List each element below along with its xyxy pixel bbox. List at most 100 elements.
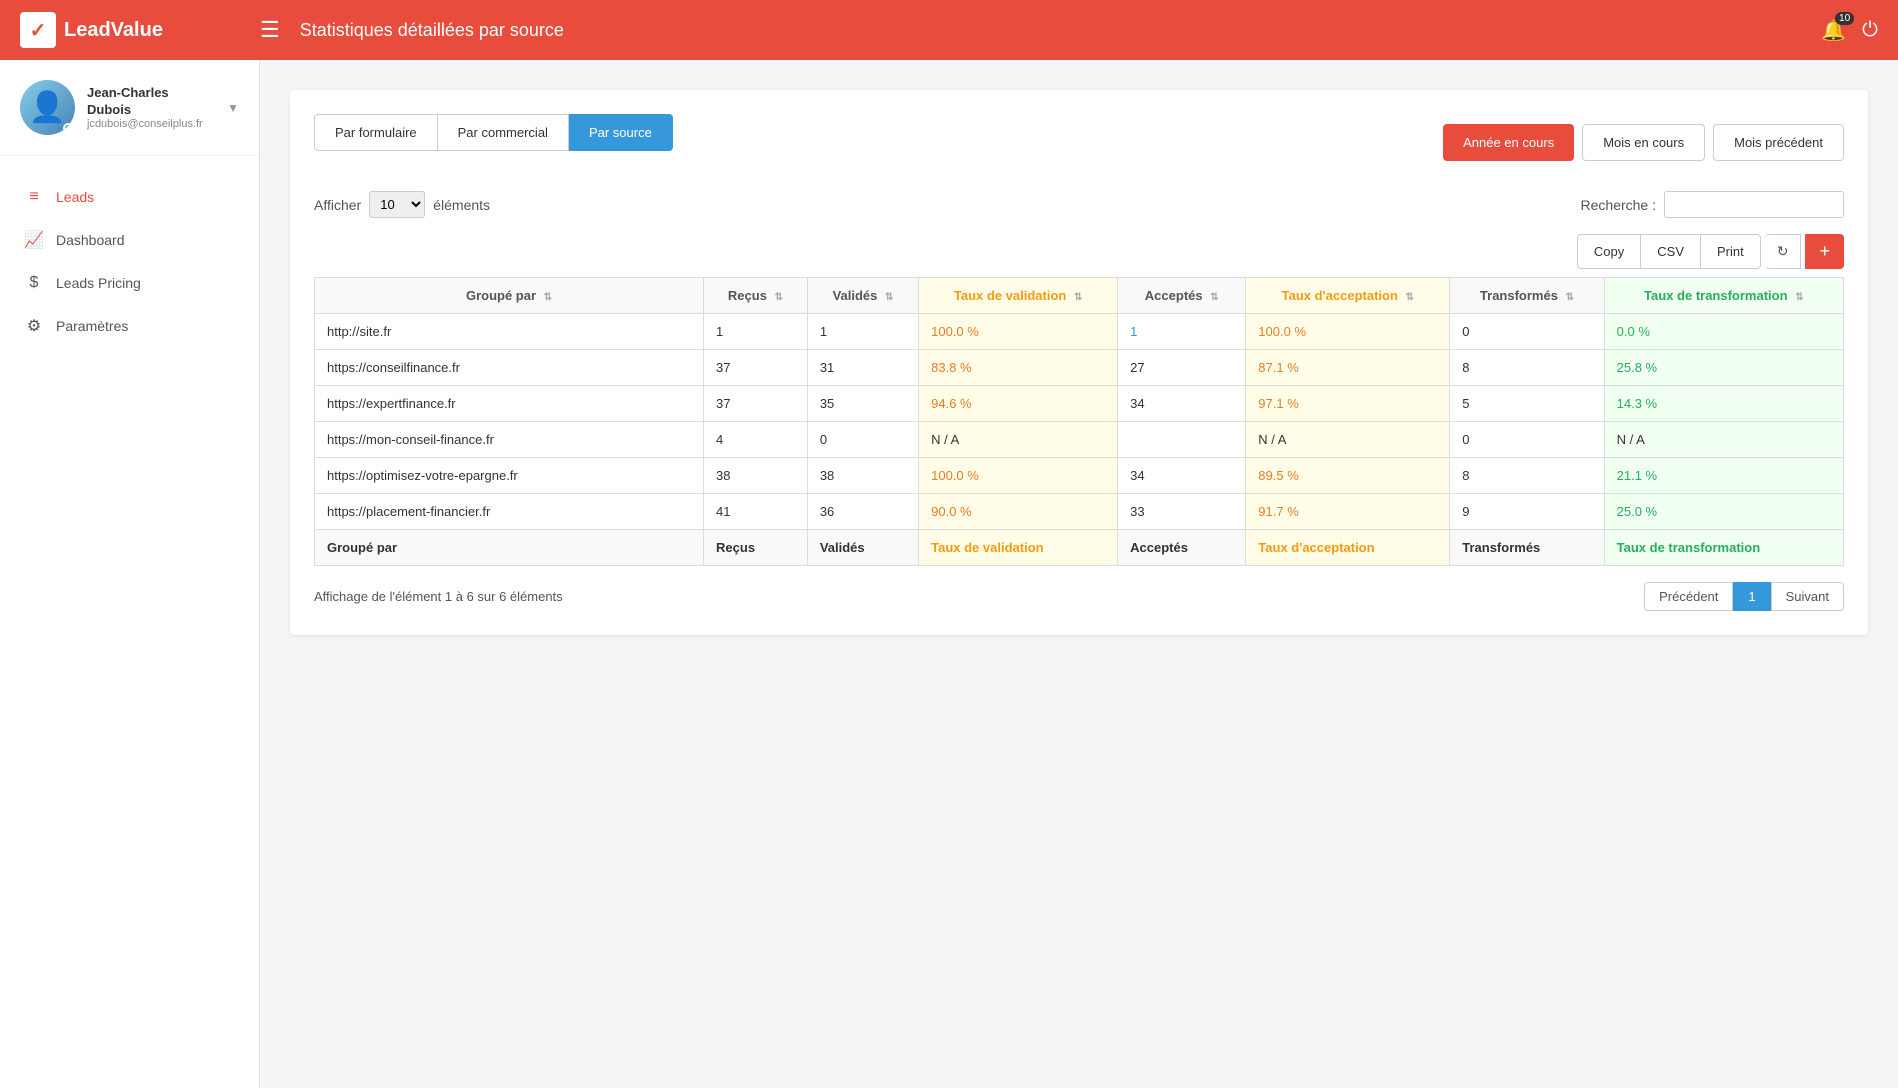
user-dropdown-arrow[interactable]: ▼ [227, 101, 239, 115]
cell-tt-5: 25.0 % [1604, 494, 1843, 530]
sidebar-item-dashboard[interactable]: 📈 Dashboard [0, 218, 259, 262]
table-row: https://placement-financier.fr 41 36 90.… [315, 494, 1844, 530]
sort-icon-2[interactable]: ⇅ [885, 292, 893, 303]
cell-source-0: http://site.fr [315, 314, 704, 350]
footer-transformes: Transformés [1450, 530, 1604, 566]
hamburger-button[interactable]: ☰ [260, 17, 280, 43]
cell-tv-2: 94.6 % [919, 386, 1118, 422]
nav-menu: ≡ Leads 📈 Dashboard $ Leads Pricing ⚙ Pa… [0, 156, 259, 368]
cell-tv-3: N / A [919, 422, 1118, 458]
page-1-button[interactable]: 1 [1733, 582, 1770, 611]
show-select[interactable]: 10 25 50 100 [369, 191, 425, 218]
footer-valides: Validés [807, 530, 918, 566]
th-acceptes: Acceptés ⇅ [1118, 278, 1246, 314]
show-controls: Afficher 10 25 50 100 éléments [314, 191, 490, 218]
sort-icon-0[interactable]: ⇅ [544, 292, 552, 303]
th-taux-acceptation: Taux d'acceptation ⇅ [1246, 278, 1450, 314]
page-title: Statistiques détaillées par source [300, 20, 1822, 41]
cell-ta-4: 89.5 % [1246, 458, 1450, 494]
th-transformes: Transformés ⇅ [1450, 278, 1604, 314]
dashboard-icon: 📈 [24, 230, 44, 250]
user-name: Jean-Charles Dubois [87, 85, 215, 119]
next-page-button[interactable]: Suivant [1771, 582, 1844, 611]
sidebar-item-leads[interactable]: ≡ Leads [0, 176, 259, 218]
cell-tt-2: 14.3 % [1604, 386, 1843, 422]
notifications-button[interactable]: 🔔 10 [1821, 18, 1846, 43]
sidebar: 👤 Jean-Charles Dubois jcdubois@conseilpl… [0, 60, 260, 1088]
table-actions: Copy CSV Print ↻ + [314, 234, 1844, 269]
sort-icon-7[interactable]: ⇅ [1795, 292, 1803, 303]
cell-ta-0: 100.0 % [1246, 314, 1450, 350]
refresh-button[interactable]: ↻ [1765, 234, 1802, 269]
stats-table: Groupé par ⇅ Reçus ⇅ Validés ⇅ Taux de v… [314, 277, 1844, 566]
table-row: https://conseilfinance.fr 37 31 83.8 % 2… [315, 350, 1844, 386]
cell-acceptes-1: 27 [1118, 350, 1246, 386]
sidebar-item-parametres[interactable]: ⚙ Paramètres [0, 304, 259, 348]
cell-acceptes-2: 34 [1118, 386, 1246, 422]
cell-tt-4: 21.1 % [1604, 458, 1843, 494]
cell-recus-2: 37 [704, 386, 808, 422]
cell-valides-3: 0 [807, 422, 918, 458]
current-year-button[interactable]: Année en cours [1443, 124, 1574, 161]
view-filter-buttons: Par formulaire Par commercial Par source [314, 114, 673, 151]
period-buttons: Année en cours Mois en cours Mois précéd… [1443, 124, 1844, 161]
controls-row: Afficher 10 25 50 100 éléments Recherche… [314, 191, 1844, 218]
cell-source-1: https://conseilfinance.fr [315, 350, 704, 386]
sidebar-item-leads-pricing[interactable]: $ Leads Pricing [0, 262, 259, 304]
copy-button[interactable]: Copy [1577, 234, 1641, 269]
cell-tt-3: N / A [1604, 422, 1843, 458]
logo: ✓ LeadValue [20, 12, 260, 48]
cell-tv-1: 83.8 % [919, 350, 1118, 386]
prev-month-button[interactable]: Mois précédent [1713, 124, 1844, 161]
by-commercial-button[interactable]: Par commercial [438, 114, 569, 151]
csv-button[interactable]: CSV [1641, 234, 1701, 269]
current-month-button[interactable]: Mois en cours [1582, 124, 1705, 161]
power-button[interactable]: ⏻ [1862, 19, 1878, 42]
by-source-button[interactable]: Par source [569, 114, 673, 151]
cell-valides-4: 38 [807, 458, 918, 494]
elements-label: éléments [433, 197, 490, 213]
content-card: Par formulaire Par commercial Par source… [290, 90, 1868, 635]
leads-pricing-icon: $ [24, 274, 44, 292]
cell-tt-0: 0.0 % [1604, 314, 1843, 350]
avatar: 👤 [20, 80, 75, 135]
cell-transformes-2: 5 [1450, 386, 1604, 422]
table-body: http://site.fr 1 1 100.0 % 1 100.0 % 0 0… [315, 314, 1844, 530]
sort-icon-4[interactable]: ⇅ [1210, 292, 1218, 303]
footer-acceptes: Acceptés [1118, 530, 1246, 566]
sort-icon-3[interactable]: ⇅ [1074, 292, 1082, 303]
footer-taux-validation: Taux de validation [919, 530, 1118, 566]
print-button[interactable]: Print [1701, 234, 1761, 269]
app-header: ✓ LeadValue ☰ Statistiques détaillées pa… [0, 0, 1898, 60]
notifications-badge: 10 [1835, 12, 1854, 25]
pagination-info: Affichage de l'élément 1 à 6 sur 6 éléme… [314, 589, 563, 604]
sort-icon-6[interactable]: ⇅ [1566, 292, 1574, 303]
cell-tt-1: 25.8 % [1604, 350, 1843, 386]
table-row: https://expertfinance.fr 37 35 94.6 % 34… [315, 386, 1844, 422]
cell-recus-1: 37 [704, 350, 808, 386]
online-indicator [63, 123, 73, 133]
search-input[interactable] [1664, 191, 1844, 218]
table-row: https://mon-conseil-finance.fr 4 0 N / A… [315, 422, 1844, 458]
cell-acceptes-3 [1118, 422, 1246, 458]
cell-acceptes-0: 1 [1118, 314, 1246, 350]
sort-icon-5[interactable]: ⇅ [1406, 292, 1414, 303]
main-content: Par formulaire Par commercial Par source… [260, 60, 1898, 1088]
sort-icon-1[interactable]: ⇅ [775, 292, 783, 303]
afficher-label: Afficher [314, 197, 361, 213]
footer-taux-transformation: Taux de transformation [1604, 530, 1843, 566]
table-footer: Groupé par Reçus Validés Taux de validat… [315, 530, 1844, 566]
add-button[interactable]: + [1805, 234, 1844, 269]
prev-page-button[interactable]: Précédent [1644, 582, 1733, 611]
cell-acceptes-5: 33 [1118, 494, 1246, 530]
logo-icon: ✓ [20, 12, 56, 48]
cell-acceptes-4: 34 [1118, 458, 1246, 494]
user-info: Jean-Charles Dubois jcdubois@conseilplus… [87, 85, 215, 131]
cell-transformes-1: 8 [1450, 350, 1604, 386]
by-form-button[interactable]: Par formulaire [314, 114, 438, 151]
cell-ta-3: N / A [1246, 422, 1450, 458]
cell-transformes-5: 9 [1450, 494, 1604, 530]
cell-recus-5: 41 [704, 494, 808, 530]
cell-source-3: https://mon-conseil-finance.fr [315, 422, 704, 458]
cell-source-4: https://optimisez-votre-epargne.fr [315, 458, 704, 494]
